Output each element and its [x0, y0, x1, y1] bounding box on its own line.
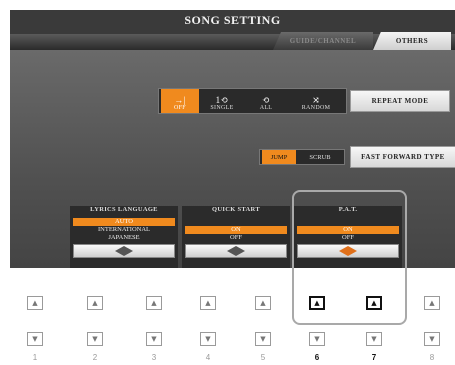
ff-option-jump[interactable]: JUMP	[262, 150, 296, 164]
down-arrow-icon	[227, 251, 245, 256]
repeat-single-icon: 1⟲	[215, 95, 229, 105]
quick-start-title: QUICK START	[212, 206, 260, 213]
button-3-up[interactable]: ▲	[146, 296, 162, 310]
button-number: 1	[32, 353, 38, 362]
quick-start-updown-control[interactable]	[185, 244, 287, 258]
repeat-off-label: OFF	[174, 105, 186, 111]
button-6-down[interactable]: ▼	[309, 332, 325, 346]
repeat-option-single[interactable]: 1⟲ SINGLE	[203, 89, 241, 113]
button-4-up[interactable]: ▲	[200, 296, 216, 310]
lyrics-option-international[interactable]: INTERNATIONAL	[73, 226, 175, 234]
button-number: 4	[205, 353, 211, 362]
lyrics-option-japanese[interactable]: JAPANESE	[73, 234, 175, 242]
button-number: 8	[429, 353, 435, 362]
button-2-up[interactable]: ▲	[87, 296, 103, 310]
quick-start-option-off[interactable]: OFF	[185, 234, 287, 242]
button-number: 6	[314, 353, 320, 362]
repeat-off-icon: →|	[174, 95, 186, 105]
button-number: 3	[151, 353, 157, 362]
button-6-up[interactable]: ▲	[309, 296, 325, 310]
repeat-option-off[interactable]: →| OFF	[161, 89, 199, 113]
repeat-random-icon: ⤨	[312, 95, 320, 105]
button-number: 2	[92, 353, 98, 362]
repeat-mode-button[interactable]: REPEAT MODE	[350, 90, 450, 112]
quick-start-panel: QUICK START ON OFF	[182, 206, 290, 268]
button-5-up[interactable]: ▲	[255, 296, 271, 310]
fast-forward-selector: JUMP SCRUB	[259, 149, 345, 165]
button-number: 7	[371, 353, 377, 362]
repeat-mode-selector: →| OFF 1⟲ SINGLE ⟲ ALL ⤨ RANDOM	[158, 88, 347, 114]
button-2-down[interactable]: ▼	[87, 332, 103, 346]
lyrics-option-auto[interactable]: AUTO	[73, 218, 175, 226]
button-5-down[interactable]: ▼	[255, 332, 271, 346]
quick-start-option-on[interactable]: ON	[185, 226, 287, 234]
button-7-down[interactable]: ▼	[366, 332, 382, 346]
lyrics-updown-control[interactable]	[73, 244, 175, 258]
tab-guide-channel[interactable]: GUIDE/CHANNEL	[273, 32, 373, 50]
lyrics-language-title: LYRICS LANGUAGE	[90, 206, 158, 213]
repeat-option-all[interactable]: ⟲ ALL	[247, 89, 285, 113]
fast-forward-type-button[interactable]: FAST FORWARD TYPE	[350, 146, 455, 168]
button-3-down[interactable]: ▼	[146, 332, 162, 346]
page-title: SONG SETTING	[184, 13, 281, 27]
tab-others[interactable]: OTHERS	[373, 32, 451, 50]
down-arrow-icon	[115, 251, 133, 256]
repeat-random-label: RANDOM	[301, 105, 331, 111]
button-number: 5	[260, 353, 266, 362]
button-8-up[interactable]: ▲	[424, 296, 440, 310]
ff-option-scrub[interactable]: SCRUB	[298, 150, 342, 164]
button-8-down[interactable]: ▼	[424, 332, 440, 346]
button-7-up[interactable]: ▲	[366, 296, 382, 310]
lyrics-language-panel: LYRICS LANGUAGE AUTO INTERNATIONAL JAPAN…	[70, 206, 178, 268]
button-4-down[interactable]: ▼	[200, 332, 216, 346]
repeat-single-label: SINGLE	[210, 105, 234, 111]
button-1-up[interactable]: ▲	[27, 296, 43, 310]
repeat-all-icon: ⟲	[262, 95, 270, 105]
repeat-all-label: ALL	[259, 105, 273, 111]
repeat-option-random[interactable]: ⤨ RANDOM	[291, 89, 341, 113]
button-1-down[interactable]: ▼	[27, 332, 43, 346]
